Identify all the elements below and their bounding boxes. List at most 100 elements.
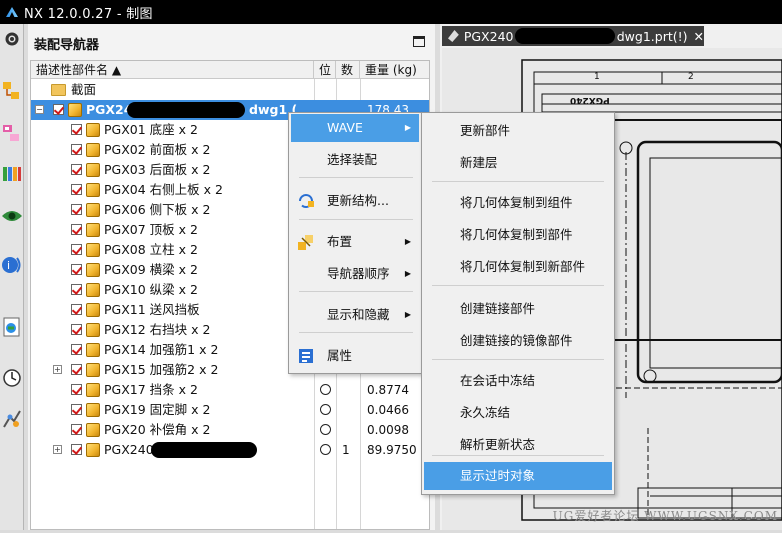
info-icon[interactable]: i — [0, 250, 24, 280]
menu-item-select-assembly[interactable]: 选择装配 — [291, 146, 419, 174]
wave-menu-item[interactable]: 显示过时对象 — [424, 462, 612, 490]
menu-item-show-hide[interactable]: 显示和隐藏 ▶ — [291, 301, 419, 329]
checkbox[interactable] — [71, 204, 82, 215]
svg-text:i: i — [7, 259, 10, 272]
row-label: PGX02 前面板 x 2 — [104, 142, 211, 157]
properties-icon — [299, 349, 313, 363]
column-weight-header[interactable]: 重量 (kg) — [360, 61, 429, 79]
checkbox[interactable] — [71, 304, 82, 315]
row-label-prefix: PGX24 — [86, 102, 133, 117]
tree-row[interactable]: PGX19 固定脚 x 2 0.0466 — [31, 400, 429, 420]
wave-menu-item[interactable]: 在会话中冻结 — [424, 367, 612, 395]
resource-bar: i — [0, 24, 24, 530]
wave-menu-item[interactable]: 创建链接的镜像部件 — [424, 327, 612, 355]
checkbox[interactable] — [71, 284, 82, 295]
tree-row[interactable]: + PGX240 1 89.9750 — [31, 440, 429, 460]
submenu-arrow-icon: ▶ — [404, 269, 411, 278]
menu-separator — [432, 285, 604, 286]
wave-menu-item[interactable]: 更新部件 — [424, 117, 612, 145]
checkbox[interactable] — [71, 424, 82, 435]
part-icon — [86, 163, 100, 177]
close-tab-icon[interactable]: ✕ — [694, 29, 704, 44]
row-label: PGX12 右挡块 x 2 — [104, 322, 211, 337]
zone-label: 1 — [594, 72, 600, 82]
drawing-tab[interactable]: PGX240 dwg1.prt(!) ✕ — [442, 26, 704, 46]
menu-item-navigator-order[interactable]: 导航器顺序 ▶ — [291, 260, 419, 288]
menu-separator — [432, 359, 604, 360]
column-position-header[interactable]: 位 — [314, 61, 336, 79]
checkbox[interactable] — [71, 264, 82, 275]
part-icon — [86, 243, 100, 257]
checkbox[interactable] — [71, 224, 82, 235]
watermark: UG爱好者论坛 WWW.UGSNX.COM — [552, 509, 778, 523]
wave-menu-item[interactable]: 新建层 — [424, 149, 612, 177]
wave-menu-item[interactable]: 将几何体复制到组件 — [424, 189, 612, 217]
checkbox[interactable] — [71, 444, 82, 455]
checkbox[interactable] — [71, 184, 82, 195]
clock-icon[interactable] — [0, 363, 24, 393]
part-icon — [86, 263, 100, 277]
menu-separator — [299, 291, 413, 292]
tree-row[interactable]: PGX20 补偿角 x 2 0.0098 — [31, 420, 429, 440]
history-icon[interactable] — [0, 201, 24, 231]
part-icon — [86, 383, 100, 397]
menu-item-arrangement[interactable]: 布置 ▶ — [291, 228, 419, 256]
maximize-icon[interactable] — [413, 36, 425, 47]
checkbox[interactable] — [71, 344, 82, 355]
part-icon — [86, 443, 100, 457]
web-browser-icon[interactable] — [0, 312, 24, 342]
checkbox[interactable] — [71, 324, 82, 335]
column-name-header[interactable]: 描述性部件名 ▲ — [31, 61, 314, 79]
menu-separator — [299, 219, 413, 220]
drawing-file-icon — [448, 30, 459, 42]
part-icon — [86, 363, 100, 377]
part-icon — [86, 403, 100, 417]
tree-row[interactable]: PGX17 挡条 x 2 0.8774 — [31, 380, 429, 400]
wave-menu-item[interactable]: 创建链接部件 — [424, 295, 612, 323]
row-label: PGX03 后面板 x 2 — [104, 162, 211, 177]
row-label: PGX07 顶板 x 2 — [104, 222, 198, 237]
constraint-navigator-icon[interactable] — [0, 118, 24, 148]
wave-menu-item[interactable]: 解析更新状态 — [424, 431, 612, 459]
checkbox[interactable] — [71, 124, 82, 135]
checkbox[interactable] — [71, 404, 82, 415]
menu-item-properties[interactable]: 属性 — [291, 342, 419, 370]
assembly-navigator-icon[interactable] — [0, 76, 24, 106]
checkbox[interactable] — [53, 104, 64, 115]
row-quantity: 1 — [342, 443, 350, 457]
tree-row-section[interactable]: 截面 — [31, 80, 429, 100]
menu-item-wave[interactable]: WAVE ▶ — [291, 114, 419, 142]
tree-header: 描述性部件名 ▲ 位 数 重量 (kg) — [31, 61, 429, 79]
part-icon — [86, 143, 100, 157]
expand-icon[interactable]: + — [53, 445, 62, 454]
checkbox[interactable] — [71, 144, 82, 155]
checkbox[interactable] — [71, 364, 82, 375]
wave-submenu[interactable]: 更新部件新建层将几何体复制到组件 将几何体复制到部件 将几何体复制到新部件 创建链接部… — [421, 112, 615, 495]
row-label: PGX11 送风挡板 — [104, 302, 200, 317]
part-icon — [86, 323, 100, 337]
row-label: PGX10 纵梁 x 2 — [104, 282, 198, 297]
position-marker-icon — [320, 444, 331, 455]
gear-icon[interactable] — [0, 24, 24, 54]
part-navigator-icon[interactable] — [0, 159, 24, 189]
redaction — [151, 442, 257, 458]
wave-menu-item[interactable]: 永久冻结 — [424, 399, 612, 427]
roles-icon[interactable] — [0, 404, 24, 434]
part-icon — [86, 203, 100, 217]
nx-logo-icon — [6, 7, 18, 17]
expand-icon[interactable]: + — [53, 365, 62, 374]
collapse-icon[interactable]: − — [35, 105, 44, 114]
wave-menu-item[interactable]: 将几何体复制到部件 — [424, 221, 612, 249]
wave-menu-item[interactable]: 将几何体复制到新部件 — [424, 253, 612, 281]
redaction — [515, 28, 615, 44]
column-quantity-header[interactable]: 数 — [336, 61, 360, 79]
row-label: PGX09 横梁 x 2 — [104, 262, 198, 277]
checkbox[interactable] — [71, 244, 82, 255]
row-label: PGX17 挡条 x 2 — [104, 382, 198, 397]
position-marker-icon — [320, 424, 331, 435]
context-menu[interactable]: WAVE ▶ 选择装配 更新结构... 布置 ▶ 导航器顺序 ▶ 显示和隐藏 ▶ 属性 — [288, 112, 422, 374]
row-label: PGX240 — [104, 442, 154, 457]
checkbox[interactable] — [71, 384, 82, 395]
menu-item-update-structure[interactable]: 更新结构... — [291, 187, 419, 215]
checkbox[interactable] — [71, 164, 82, 175]
